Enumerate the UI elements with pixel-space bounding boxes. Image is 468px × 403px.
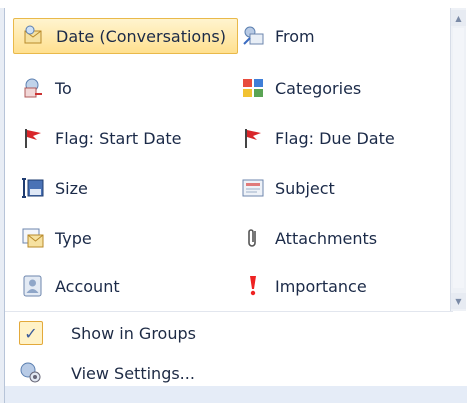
view-settings-label: View Settings...	[71, 363, 195, 383]
menu-item-label: Subject	[275, 178, 335, 198]
categories-icon	[241, 76, 265, 100]
arrange-options-grid: Date (Conversations) From To Categories	[5, 8, 453, 311]
menu-item-type[interactable]: Type	[13, 220, 213, 256]
importance-icon	[241, 274, 265, 298]
menu-item-account[interactable]: Account	[13, 268, 213, 304]
menu-item-label: Flag: Due Date	[275, 128, 395, 148]
flag-due-icon	[241, 126, 265, 150]
menu-item-size[interactable]: Size	[13, 170, 213, 206]
date-conversations-icon	[22, 24, 46, 48]
menu-item-label: Importance	[275, 276, 367, 296]
menu-item-label: To	[55, 78, 72, 98]
account-icon	[21, 274, 45, 298]
view-settings-item[interactable]: View Settings...	[5, 358, 453, 388]
menu-footer-bar	[5, 386, 467, 403]
view-settings-icon	[19, 361, 43, 385]
from-icon	[241, 24, 265, 48]
attachment-icon	[241, 226, 265, 250]
flag-start-icon	[21, 126, 45, 150]
top-edge	[0, 0, 468, 8]
menu-item-date-conversations[interactable]: Date (Conversations)	[13, 18, 238, 54]
menu-item-importance[interactable]: Importance	[233, 268, 433, 304]
menu-item-label: Flag: Start Date	[55, 128, 182, 148]
menu-item-subject[interactable]: Subject	[233, 170, 433, 206]
scroll-down-icon[interactable]: ▼	[451, 293, 466, 309]
size-icon	[21, 176, 45, 200]
menu-item-label: Attachments	[275, 228, 378, 248]
show-in-groups-item[interactable]: ✓ Show in Groups	[5, 318, 453, 348]
menu-item-to[interactable]: To	[13, 70, 213, 106]
check-icon: ✓	[19, 321, 43, 345]
menu-item-categories[interactable]: Categories	[233, 70, 433, 106]
show-in-groups-label: Show in Groups	[71, 323, 196, 343]
show-in-groups-check[interactable]: ✓	[19, 321, 43, 345]
menu-item-label: Account	[55, 276, 120, 296]
menu-item-attachments[interactable]: Attachments	[233, 220, 433, 256]
menu-item-label: Type	[55, 228, 92, 248]
menu-item-label: From	[275, 26, 315, 46]
menu-item-label: Categories	[275, 78, 362, 98]
menu-item-label: Date (Conversations)	[56, 26, 226, 46]
menu-item-flag-start-date[interactable]: Flag: Start Date	[13, 120, 213, 156]
scroll-up-icon[interactable]: ▲	[451, 10, 466, 26]
scrollbar-track[interactable]	[453, 28, 464, 288]
menu-item-flag-due-date[interactable]: Flag: Due Date	[233, 120, 433, 156]
type-icon	[21, 226, 45, 250]
menu-item-from[interactable]: From	[233, 18, 433, 54]
subject-icon	[241, 176, 265, 200]
to-icon	[21, 76, 45, 100]
menu-scrollbar[interactable]: ▲ ▼	[450, 8, 466, 311]
arrange-by-menu: Date (Conversations) From To Categories	[4, 8, 467, 403]
menu-item-label: Size	[55, 178, 88, 198]
